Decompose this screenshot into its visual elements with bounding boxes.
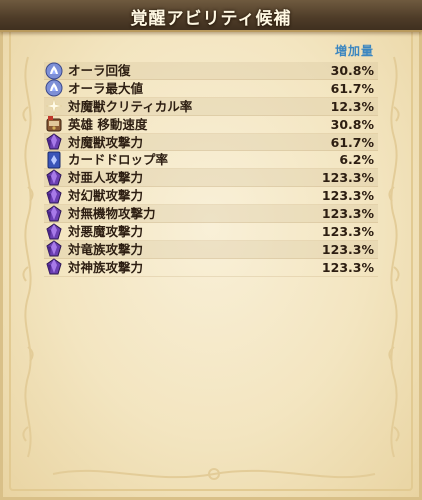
- purple-gem-icon: [44, 133, 64, 152]
- left-ornament-icon: [22, 56, 34, 458]
- ability-name: 対神族攻撃力: [68, 259, 144, 275]
- column-header-increase: 増加量: [334, 44, 374, 58]
- ability-value: 123.3%: [321, 188, 374, 204]
- ability-name: 対幻獣攻撃力: [68, 188, 144, 204]
- ability-row: 英雄 移動速度 30.8%: [44, 116, 378, 134]
- ability-row: 対竜族攻撃力 123.3%: [44, 240, 378, 259]
- purple-gem-icon: [44, 258, 64, 277]
- purple-gem-icon: [44, 222, 64, 241]
- blue-card-icon: [44, 150, 64, 169]
- ability-row: カードドロップ率 6.2%: [44, 150, 378, 170]
- page-title: 覚醒アビリティ候補: [130, 9, 292, 29]
- ability-value: 61.7%: [330, 134, 374, 150]
- ability-name: 対無機物攻撃力: [68, 206, 156, 222]
- ability-name: 対魔獣攻撃力: [68, 134, 144, 150]
- ability-list: 増加量 オーラ回復 30.8% オーラ最大値 61.7% 対魔獣クリティカル率 12.3%…: [44, 40, 378, 277]
- ability-name: 対魔獣クリティカル率: [68, 98, 193, 114]
- ability-row: 対魔獣攻撃力 61.7%: [44, 133, 378, 152]
- ability-row: オーラ最大値 61.7%: [44, 79, 378, 98]
- ability-value: 123.3%: [321, 241, 374, 257]
- ability-row: 対魔獣クリティカル率 12.3%: [44, 97, 378, 116]
- ability-name: 対悪魔攻撃力: [68, 224, 144, 240]
- ability-name: 英雄 移動速度: [68, 116, 148, 132]
- ability-row: オーラ回復 30.8%: [44, 62, 378, 80]
- purple-gem-icon: [44, 204, 64, 223]
- ability-value: 123.3%: [321, 259, 374, 275]
- bottom-ornament-icon: [52, 468, 376, 480]
- title-bar: 覚醒アビリティ候補: [0, 0, 422, 32]
- sparkle-icon: [44, 97, 64, 116]
- ability-value: 30.8%: [330, 63, 374, 78]
- ability-value: 30.8%: [330, 116, 374, 132]
- ability-value: 123.3%: [321, 224, 374, 240]
- ability-row: 対無機物攻撃力 123.3%: [44, 204, 378, 224]
- aura-max-icon: [44, 79, 64, 98]
- purple-gem-icon: [44, 240, 64, 259]
- ability-row: 対神族攻撃力 123.3%: [44, 258, 378, 277]
- ability-name: 対亜人攻撃力: [68, 170, 144, 186]
- ability-name: カードドロップ率: [68, 152, 169, 168]
- ability-value: 61.7%: [330, 80, 374, 96]
- aura-recovery-icon: [44, 61, 64, 80]
- ability-name: 対竜族攻撃力: [68, 241, 144, 257]
- hero-treasure-icon: [44, 115, 64, 134]
- ability-value: 123.3%: [321, 206, 374, 222]
- right-ornament-icon: [388, 56, 400, 458]
- purple-gem-icon: [44, 186, 64, 205]
- purple-gem-icon: [44, 168, 64, 187]
- ability-row: 対悪魔攻撃力 123.3%: [44, 222, 378, 241]
- ability-name: オーラ最大値: [68, 80, 144, 96]
- ability-value: 6.2%: [339, 152, 374, 168]
- ability-rows: オーラ回復 30.8% オーラ最大値 61.7% 対魔獣クリティカル率 12.3% 英雄 移…: [44, 62, 378, 277]
- ability-row: 対亜人攻撃力 123.3%: [44, 168, 378, 188]
- ability-value: 12.3%: [330, 98, 374, 114]
- ability-name: オーラ回復: [68, 63, 131, 78]
- ability-value: 123.3%: [321, 170, 374, 186]
- ability-row: 対幻獣攻撃力 123.3%: [44, 186, 378, 206]
